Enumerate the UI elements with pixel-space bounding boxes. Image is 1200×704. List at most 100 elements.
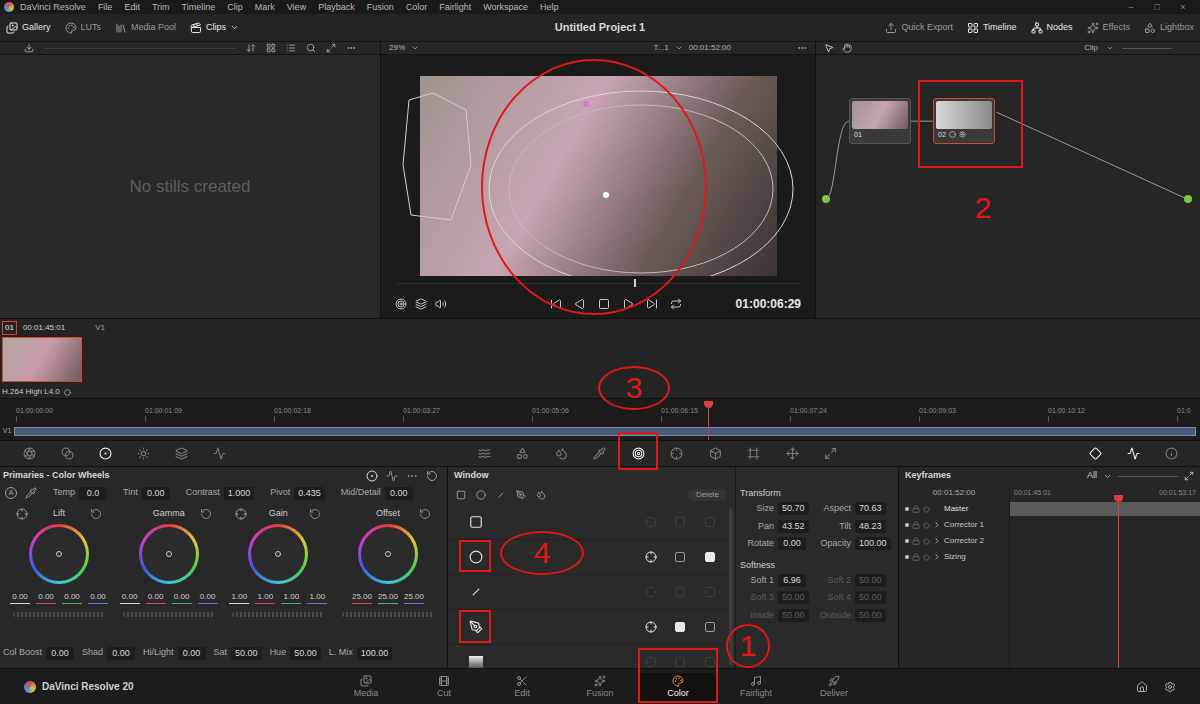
palette-button[interactable] bbox=[10, 447, 48, 460]
toolbar-button[interactable]: Effects bbox=[1087, 21, 1130, 35]
invert-toggle[interactable] bbox=[675, 517, 685, 527]
collapse-icon[interactable] bbox=[933, 537, 941, 545]
dropdown-icon[interactable] bbox=[675, 44, 683, 52]
mask-toggle[interactable] bbox=[705, 622, 715, 632]
transform-value[interactable]: 100.00 bbox=[855, 537, 891, 550]
menu-item[interactable]: Trim bbox=[152, 0, 170, 14]
keyframe-playhead[interactable] bbox=[1118, 495, 1119, 668]
palette-button[interactable] bbox=[86, 447, 124, 460]
wheels-mode-icon[interactable] bbox=[366, 470, 378, 482]
invert-toggle[interactable] bbox=[675, 657, 685, 667]
auto-balance-button[interactable]: A bbox=[5, 487, 17, 499]
track-target-icon[interactable] bbox=[645, 551, 657, 563]
stop-icon[interactable] bbox=[598, 298, 610, 310]
loop-icon[interactable] bbox=[670, 298, 682, 310]
wheel-ring[interactable] bbox=[358, 524, 418, 584]
first-frame-icon[interactable] bbox=[550, 298, 562, 310]
wheel-ring[interactable] bbox=[139, 524, 199, 584]
wheel-ring[interactable] bbox=[29, 524, 89, 584]
zoom-slider[interactable] bbox=[1122, 48, 1172, 49]
palette-button[interactable] bbox=[581, 447, 620, 460]
softness-value[interactable]: 50.00 bbox=[855, 609, 886, 622]
timeline-playhead[interactable] bbox=[708, 401, 709, 440]
expand-icon[interactable] bbox=[1184, 471, 1194, 481]
primary-control-value[interactable]: 0.00 bbox=[385, 487, 413, 500]
mask-toggle[interactable] bbox=[705, 587, 715, 597]
last-frame-icon[interactable] bbox=[646, 298, 658, 310]
palette-button[interactable] bbox=[200, 447, 238, 460]
reset-icon[interactable] bbox=[419, 508, 431, 520]
picker-icon[interactable] bbox=[235, 508, 247, 520]
toolbar-button[interactable]: Quick Export bbox=[885, 21, 953, 35]
mask-toggle[interactable] bbox=[705, 552, 715, 562]
add-gradient-icon[interactable] bbox=[536, 490, 546, 500]
menu-item[interactable]: Fusion bbox=[367, 0, 394, 14]
wheel-value[interactable]: 0.00 bbox=[118, 592, 141, 604]
page-tab[interactable]: Edit bbox=[483, 673, 561, 701]
search-icon[interactable] bbox=[306, 43, 316, 53]
picker-icon[interactable] bbox=[16, 508, 28, 520]
toolbar-button[interactable]: Media Pool bbox=[115, 21, 176, 35]
dropdown-icon[interactable] bbox=[411, 44, 419, 52]
menu-item[interactable]: Clip bbox=[227, 0, 243, 14]
keyframe-track[interactable]: Corrector 2 bbox=[899, 533, 1009, 549]
palette-button[interactable] bbox=[1152, 447, 1190, 460]
track-target-icon[interactable] bbox=[645, 656, 657, 668]
primary-control-value[interactable]: 50.00 bbox=[231, 647, 262, 660]
output-port[interactable] bbox=[1184, 195, 1192, 203]
wheel-value[interactable]: 0.00 bbox=[170, 592, 193, 604]
track-clip-bar[interactable] bbox=[14, 427, 1196, 436]
palette-button[interactable] bbox=[162, 447, 200, 460]
keyframe-track[interactable]: Corrector 1 bbox=[899, 517, 1009, 533]
volume-icon[interactable] bbox=[435, 298, 447, 310]
wheel-value[interactable]: 1.00 bbox=[306, 592, 329, 604]
transform-value[interactable]: 43.52 bbox=[778, 520, 809, 533]
primary-control-value[interactable]: 50.00 bbox=[290, 647, 321, 660]
keyframe-track[interactable]: Sizing bbox=[899, 549, 1009, 565]
mask-toggle[interactable] bbox=[705, 517, 715, 527]
palette-button[interactable] bbox=[542, 447, 581, 460]
palette-button[interactable] bbox=[1076, 447, 1114, 460]
dropdown-icon[interactable] bbox=[1106, 44, 1114, 52]
wheel-value[interactable]: 25.00 bbox=[402, 592, 425, 604]
expand-icon[interactable] bbox=[326, 43, 336, 53]
primary-control-value[interactable]: 0.00 bbox=[46, 647, 74, 660]
wheel-value[interactable]: 1.00 bbox=[254, 592, 277, 604]
master-wheel-slider[interactable] bbox=[13, 612, 105, 617]
primary-control-value[interactable]: 0.00 bbox=[107, 647, 135, 660]
add-linear-icon[interactable] bbox=[494, 488, 508, 502]
palette-button[interactable] bbox=[1114, 447, 1152, 460]
master-wheel-slider[interactable] bbox=[232, 612, 324, 617]
keyframe-track[interactable]: Master bbox=[899, 501, 1009, 517]
circle-window-icon[interactable] bbox=[469, 550, 483, 564]
palette-button[interactable] bbox=[812, 447, 851, 460]
menu-item[interactable]: Edit bbox=[124, 0, 140, 14]
color-node[interactable]: 01 bbox=[849, 98, 911, 144]
softness-value[interactable]: 50.00 bbox=[778, 609, 809, 622]
reset-icon[interactable] bbox=[309, 508, 321, 520]
wheel-value[interactable]: 0.00 bbox=[144, 592, 167, 604]
primary-control-value[interactable]: 1.000 bbox=[224, 487, 255, 500]
more-icon[interactable] bbox=[406, 470, 418, 482]
dropdown-icon[interactable] bbox=[1103, 472, 1112, 481]
wheel-value[interactable]: 1.00 bbox=[228, 592, 251, 604]
softness-value[interactable]: 50.00 bbox=[855, 591, 886, 604]
toolbar-button[interactable]: Timeline bbox=[967, 21, 1017, 35]
wheel-value[interactable]: 25.00 bbox=[376, 592, 399, 604]
sort-icon[interactable] bbox=[246, 43, 256, 53]
window-control[interactable]: × bbox=[1170, 0, 1196, 14]
window-shape-row[interactable] bbox=[448, 575, 729, 610]
palette-button[interactable] bbox=[465, 447, 504, 460]
overlay-icon[interactable] bbox=[415, 298, 427, 310]
primary-control-value[interactable]: 100.00 bbox=[357, 647, 393, 660]
timeline-name[interactable]: T...1 bbox=[654, 42, 669, 54]
window-shape-row[interactable] bbox=[448, 610, 729, 645]
menu-item[interactable]: Mark bbox=[255, 0, 275, 14]
reverse-icon[interactable] bbox=[574, 298, 586, 310]
lock-icon[interactable] bbox=[912, 553, 920, 561]
transform-value[interactable]: 0.00 bbox=[778, 537, 806, 550]
invert-toggle[interactable] bbox=[675, 587, 685, 597]
node-mode[interactable]: Clip bbox=[1084, 42, 1098, 54]
track-target-icon[interactable] bbox=[645, 586, 657, 598]
palette-button[interactable] bbox=[124, 447, 162, 460]
